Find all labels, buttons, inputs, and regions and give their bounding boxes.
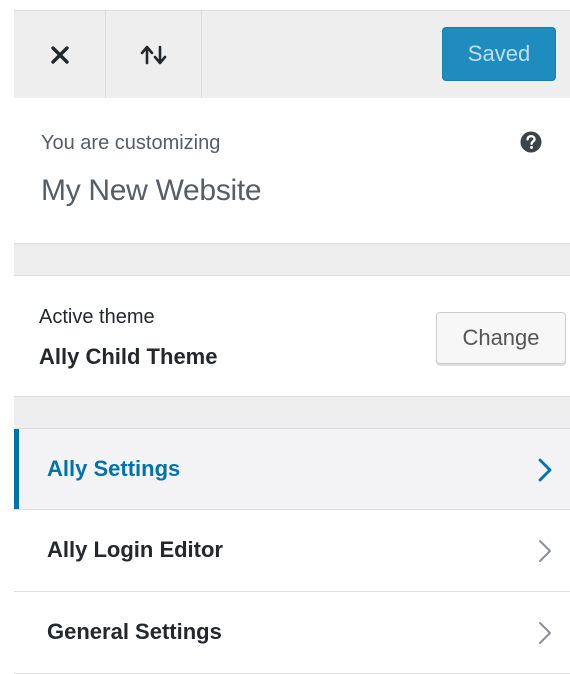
chevron-right-icon: [539, 622, 551, 644]
customizer-panel: Saved You are customizing My New Website…: [0, 0, 570, 674]
active-theme-section: Active theme Ally Child Theme Change: [14, 275, 570, 397]
section-general-settings[interactable]: General Settings: [14, 592, 570, 674]
active-theme-name: Ally Child Theme: [39, 344, 218, 369]
reorder-arrows-icon: [140, 45, 166, 64]
customizing-label: You are customizing: [41, 132, 221, 154]
section-label: Ally Settings: [47, 456, 181, 481]
site-title: My New Website: [41, 174, 262, 207]
reorder-button[interactable]: [106, 11, 202, 98]
customize-info: You are customizing My New Website: [14, 98, 570, 244]
section-ally-login-editor[interactable]: Ally Login Editor: [14, 510, 570, 592]
customizer-header: Saved: [14, 10, 570, 98]
section-ally-settings[interactable]: Ally Settings: [14, 428, 570, 510]
section-list: Ally Settings Ally Login Editor General …: [14, 428, 570, 674]
chevron-right-icon: [539, 540, 551, 562]
section-label: General Settings: [47, 619, 222, 644]
active-indicator: [14, 429, 19, 509]
close-button[interactable]: [14, 11, 106, 98]
section-divider: [14, 244, 570, 275]
chevron-right-icon: [538, 458, 552, 482]
section-divider: [14, 397, 570, 428]
section-label: Ally Login Editor: [47, 537, 223, 562]
saved-button[interactable]: Saved: [442, 27, 556, 81]
change-theme-button[interactable]: Change: [436, 312, 566, 364]
help-icon[interactable]: [520, 131, 542, 153]
active-theme-label: Active theme: [39, 306, 155, 328]
close-icon: [50, 45, 69, 64]
